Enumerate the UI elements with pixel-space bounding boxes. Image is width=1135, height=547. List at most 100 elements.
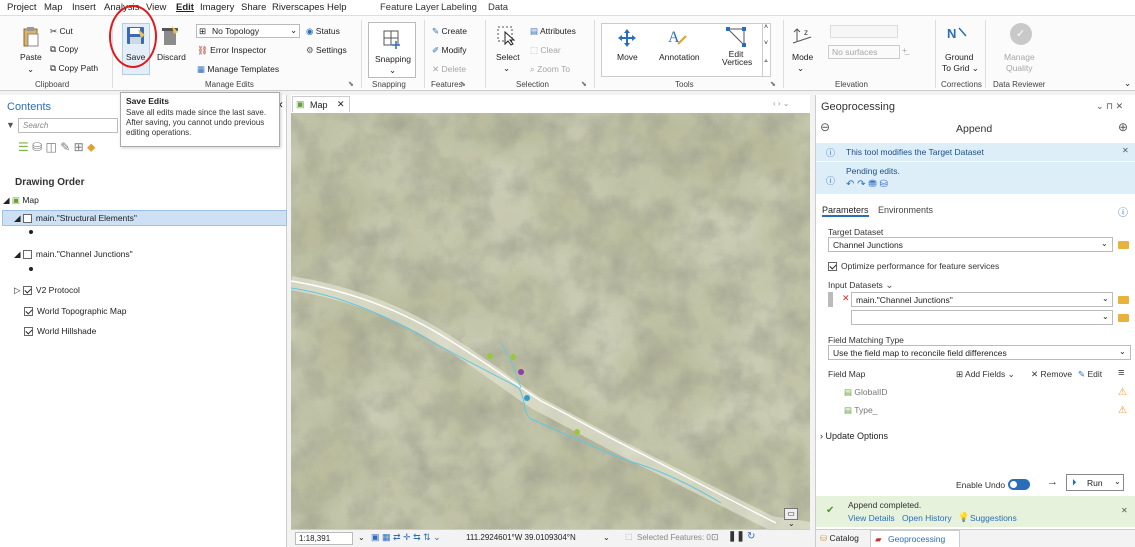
close-icon[interactable]: ✕: [337, 99, 345, 110]
zoom-to-button[interactable]: ⌕ Zoom To: [530, 64, 570, 75]
back-icon[interactable]: ⊖: [820, 120, 830, 134]
remove-button[interactable]: ✕ Remove: [1031, 369, 1072, 380]
tab-parameters[interactable]: Parameters: [822, 205, 869, 217]
list-by-labeling-icon[interactable]: ⬥: [87, 140, 95, 154]
layer-checkbox[interactable]: [22, 286, 32, 296]
add-surface-icon[interactable]: +̲: [902, 45, 907, 55]
chevron-down-icon[interactable]: ⌄: [358, 533, 365, 542]
paste-button[interactable]: Paste: [20, 52, 42, 62]
edit-vertices-button[interactable]: Edit Vertices: [722, 50, 752, 67]
mode-button[interactable]: Mode: [792, 52, 813, 62]
expand-icon[interactable]: ⩡: [764, 58, 768, 66]
to-grid-button[interactable]: To Grid ⌄: [942, 63, 979, 74]
modify-button[interactable]: ✐ Modify: [432, 45, 467, 56]
optimize-checkbox[interactable]: [828, 262, 837, 272]
menu-icon[interactable]: ≡: [1118, 367, 1124, 379]
attribution-chevron-icon[interactable]: ⌄: [788, 519, 795, 528]
manage-templates-button[interactable]: ▦ Manage Templates: [197, 64, 279, 75]
list-by-drawing-order-icon[interactable]: ☰: [18, 140, 29, 154]
chevron-down-icon[interactable]: ⌄: [797, 63, 804, 74]
menu-map[interactable]: Map: [44, 2, 62, 13]
layer-world-topographic[interactable]: World Topographic Map: [24, 306, 126, 317]
view-details-link[interactable]: View Details: [848, 513, 895, 523]
edit-button[interactable]: ✎ Edit: [1078, 369, 1102, 380]
add-fields-button[interactable]: ⊞ Add Fields ⌄: [956, 369, 1015, 380]
layer-checkbox[interactable]: [22, 250, 32, 260]
pane-controls-icons[interactable]: ⌄ ⊓ ✕: [1096, 101, 1123, 112]
layer-checkbox[interactable]: [24, 307, 33, 317]
layer-structural-elements[interactable]: ◢ main."Structural Elements": [14, 213, 137, 224]
snapping-button[interactable]: Snapping ⌄: [368, 22, 416, 78]
layer-checkbox[interactable]: [22, 214, 32, 224]
input-dataset-empty-field[interactable]: ⌄: [851, 310, 1113, 325]
collapse-ribbon-icon[interactable]: ⌄: [1124, 78, 1131, 89]
topology-dropdown[interactable]: ⊞ No Topology ⌄: [196, 24, 300, 38]
list-by-source-icon[interactable]: ⛁: [32, 140, 42, 154]
menu-labeling[interactable]: Labeling: [441, 2, 477, 13]
expand-icon[interactable]: ▷: [14, 285, 21, 295]
create-button[interactable]: ✎ Create: [432, 26, 467, 37]
map-tools-icons[interactable]: ▣ ▦ ⇄ ✛ ⇆ ⇅ ⌄: [371, 532, 441, 543]
menu-insert[interactable]: Insert: [72, 2, 96, 13]
suggestions-link[interactable]: Suggestions: [970, 513, 1017, 523]
map-canvas[interactable]: ▭ ⌄: [291, 113, 810, 529]
menu-view[interactable]: View: [146, 2, 166, 13]
tab-map[interactable]: ▣ Map ✕: [292, 96, 350, 112]
error-inspector-button[interactable]: ⛓ Error Inspector: [197, 45, 266, 56]
drag-handle[interactable]: [828, 292, 833, 307]
remove-input-icon[interactable]: ✕: [842, 293, 850, 304]
chevron-down-icon[interactable]: ⌄: [603, 533, 610, 542]
input-dataset-field[interactable]: main."Channel Junctions" ⌄: [851, 292, 1113, 307]
menu-edit[interactable]: Edit: [176, 2, 194, 13]
menu-imagery[interactable]: Imagery: [200, 2, 234, 13]
attributes-button[interactable]: ▤ Attributes: [530, 26, 576, 37]
quality-button[interactable]: Quality: [1006, 63, 1032, 73]
refresh-icon[interactable]: ↻: [747, 531, 755, 542]
field-globalid[interactable]: ▤ GlobalID: [844, 387, 887, 398]
cut-button[interactable]: ✂ Cut: [50, 26, 73, 37]
expand-icon[interactable]: ◢: [14, 249, 21, 259]
target-dataset-field[interactable]: Channel Junctions ⌄: [828, 237, 1113, 252]
chevron-up-icon[interactable]: ˄: [764, 24, 768, 31]
expand-icon[interactable]: ◢: [14, 213, 21, 223]
launcher-icon[interactable]: ⬊: [770, 80, 776, 88]
menu-riverscapes[interactable]: Riverscapes: [272, 2, 324, 13]
filter-icon[interactable]: ▼: [6, 120, 15, 130]
edit-actions-icons[interactable]: ↶ ↷ ⛃ ⛁: [846, 179, 888, 190]
expand-icon[interactable]: ◢: [3, 195, 10, 205]
junction-point[interactable]: [510, 354, 516, 360]
chevron-down-icon[interactable]: ⌄: [503, 63, 510, 74]
annotation-button[interactable]: Annotation: [659, 52, 700, 62]
manage-button[interactable]: Manage: [1004, 52, 1035, 62]
menu-help[interactable]: Help: [327, 2, 347, 13]
enable-undo-toggle[interactable]: [1008, 479, 1030, 490]
chevron-down-icon[interactable]: ⌄: [27, 64, 34, 75]
surfaces-dropdown[interactable]: No surfaces: [828, 45, 900, 59]
junction-point[interactable]: [574, 429, 580, 435]
close-icon[interactable]: ✕: [1121, 506, 1128, 515]
status-button[interactable]: ◉ Status: [306, 26, 340, 37]
discard-button[interactable]: Discard: [157, 52, 186, 62]
delete-button[interactable]: ✕ Delete: [432, 64, 466, 75]
list-by-selection-icon[interactable]: ◫: [46, 140, 57, 154]
field-matching-dropdown[interactable]: Use the field map to reconcile field dif…: [828, 345, 1131, 360]
ground-button[interactable]: Ground: [945, 52, 973, 62]
settings-button[interactable]: ⚙ Settings: [306, 45, 347, 56]
layer-channel-junctions[interactable]: ◢ main."Channel Junctions": [14, 249, 133, 260]
layer-v2-protocol[interactable]: ▷ V2 Protocol: [14, 285, 80, 296]
pause-icon[interactable]: ❚❚: [728, 531, 745, 542]
tab-geoprocessing[interactable]: ▰ Geoprocessing: [870, 530, 960, 547]
junction-point[interactable]: [524, 395, 530, 401]
close-icon[interactable]: ✕: [1122, 146, 1129, 155]
folder-icon[interactable]: [1118, 314, 1129, 322]
move-button[interactable]: Move: [617, 52, 638, 62]
tab-scroll-icons[interactable]: ‹ › ⌄: [773, 99, 789, 108]
list-by-editing-icon[interactable]: ✎: [60, 140, 70, 154]
optimize-option[interactable]: Optimize performance for feature service…: [828, 261, 999, 272]
folder-icon[interactable]: [1118, 241, 1129, 249]
launcher-icon[interactable]: ⬊: [581, 80, 587, 88]
clear-button[interactable]: ⬚ Clear: [530, 45, 561, 56]
menu-share[interactable]: Share: [241, 2, 266, 13]
layer-world-hillshade[interactable]: World Hillshade: [24, 326, 96, 337]
tab-catalog[interactable]: ⛁ Catalog: [820, 533, 859, 544]
